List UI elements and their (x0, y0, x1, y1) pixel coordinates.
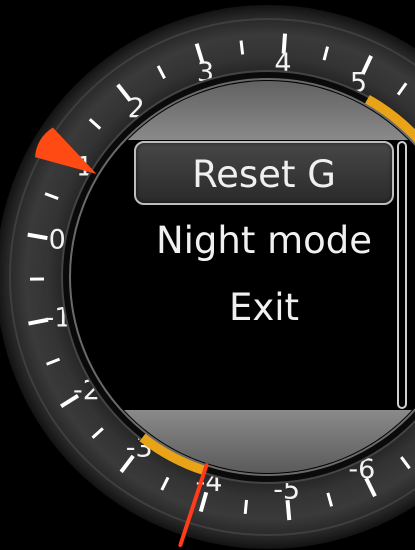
minor-tick (239, 40, 245, 55)
g-meter-screen: -6-5-4-3-2-1012345678 Reset G Night mode… (0, 0, 415, 550)
menu-item-exit[interactable]: Exit (134, 276, 394, 340)
g-meter-gauge: -6-5-4-3-2-1012345678 (0, 5, 415, 549)
menu-scrollbar[interactable] (397, 141, 407, 409)
minor-tick (243, 499, 249, 515)
menu-item-night-mode[interactable]: Night mode (134, 209, 394, 273)
menu-item-reset-g[interactable]: Reset G (134, 141, 394, 205)
